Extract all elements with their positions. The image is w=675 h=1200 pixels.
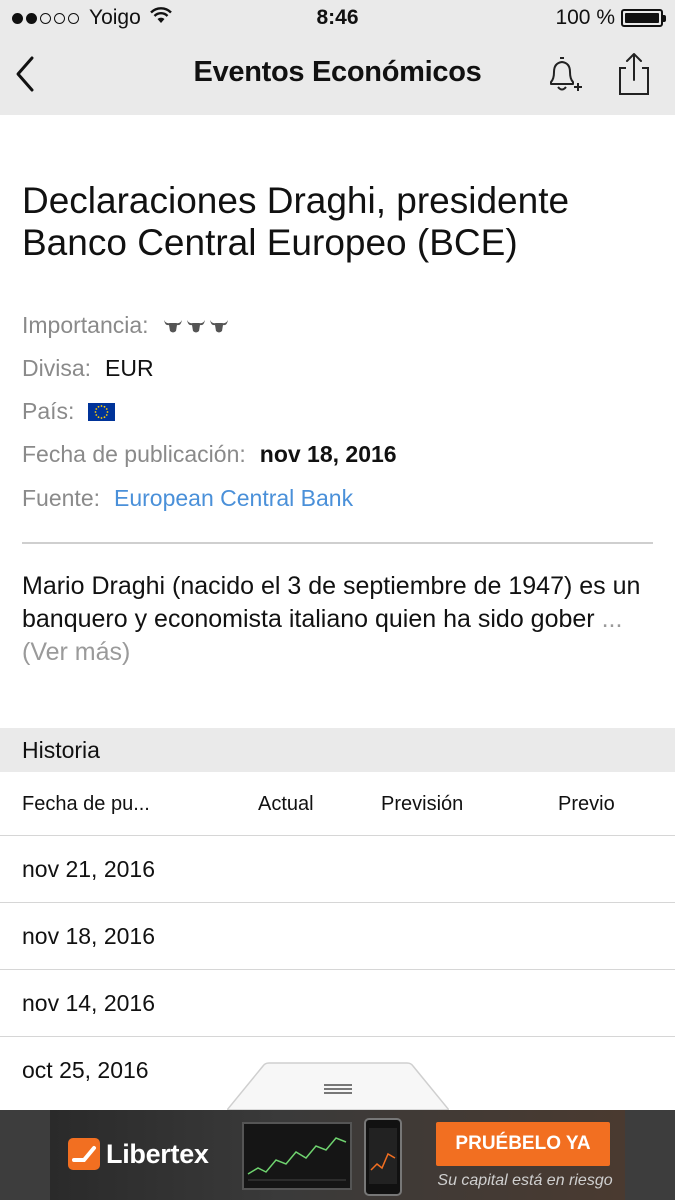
- history-table-header: Fecha de pu... Actual Previsión Previo: [0, 772, 675, 836]
- country-label: País:: [22, 398, 75, 424]
- event-title: Declaraciones Draghi, presidente Banco C…: [22, 180, 570, 263]
- description-text: Mario Draghi (nacido el 3 de septiembre …: [22, 572, 641, 633]
- bull-icon: [186, 319, 205, 332]
- ad-phone-image: [364, 1118, 402, 1196]
- column-header-forecast[interactable]: Previsión: [381, 793, 463, 816]
- ad-cta-button[interactable]: PRUÉBELO YA: [436, 1122, 610, 1166]
- ad-logo: Libertex: [68, 1138, 209, 1170]
- battery-icon: [621, 9, 666, 27]
- drag-handle-icon: [324, 1084, 352, 1094]
- bull-icon: [163, 319, 182, 332]
- publication-date-value: nov 18, 2016: [259, 441, 397, 467]
- history-section-header: Historia: [0, 728, 675, 772]
- eu-flag-icon: [88, 402, 116, 421]
- event-description: Mario Draghi (nacido el 3 de septiembre …: [22, 570, 662, 669]
- country-row: País:: [22, 398, 116, 425]
- source-link[interactable]: European Central Bank: [114, 485, 353, 512]
- column-header-previous[interactable]: Previo: [558, 793, 615, 816]
- row-date: oct 25, 2016: [22, 1057, 149, 1083]
- row-date: nov 18, 2016: [22, 923, 156, 949]
- battery-percent: 100 %: [555, 6, 615, 29]
- table-row[interactable]: nov 18, 2016: [0, 903, 675, 970]
- importance-row: Importancia:: [22, 312, 229, 339]
- battery-status: 100 %: [555, 6, 666, 30]
- row-date: nov 21, 2016: [22, 856, 156, 882]
- column-header-actual[interactable]: Actual: [258, 793, 314, 816]
- source-row: Fuente: European Central Bank: [22, 485, 353, 512]
- ad-disclaimer: Su capital está en riesgo: [437, 1172, 613, 1189]
- currency-label: Divisa:: [22, 355, 92, 381]
- libertex-logo-icon: [68, 1138, 100, 1170]
- share-button[interactable]: [614, 50, 654, 98]
- share-icon: [619, 53, 649, 95]
- currency-row: Divisa: EUR: [22, 355, 154, 382]
- table-row[interactable]: nov 21, 2016: [0, 836, 675, 903]
- column-header-date[interactable]: Fecha de pu...: [22, 793, 150, 816]
- ad-banner: Libertex PRUÉBELO YA Su capital está en …: [0, 1110, 675, 1200]
- bull-icon: [209, 319, 228, 332]
- publication-date-row: Fecha de publicación: nov 18, 2016: [22, 441, 397, 468]
- drawer-handle[interactable]: [225, 1062, 451, 1111]
- publication-date-label: Fecha de publicación:: [22, 441, 246, 467]
- importance-bulls: [163, 318, 229, 334]
- libertex-ad[interactable]: Libertex PRUÉBELO YA Su capital está en …: [50, 1110, 625, 1200]
- ad-brand: Libertex: [106, 1138, 209, 1169]
- currency-value: EUR: [105, 355, 154, 381]
- navigation-bar: Eventos Económicos: [0, 36, 675, 115]
- row-date: nov 14, 2016: [22, 990, 156, 1016]
- status-bar: Yoigo 8:46 100 %: [0, 0, 675, 36]
- importance-label: Importancia:: [22, 312, 149, 338]
- source-label: Fuente:: [22, 485, 100, 511]
- add-alert-button[interactable]: [543, 54, 583, 96]
- table-row[interactable]: nov 14, 2016: [0, 970, 675, 1037]
- section-divider: [22, 542, 653, 544]
- ad-monitor-image: [242, 1122, 352, 1190]
- bell-plus-icon: [550, 57, 582, 91]
